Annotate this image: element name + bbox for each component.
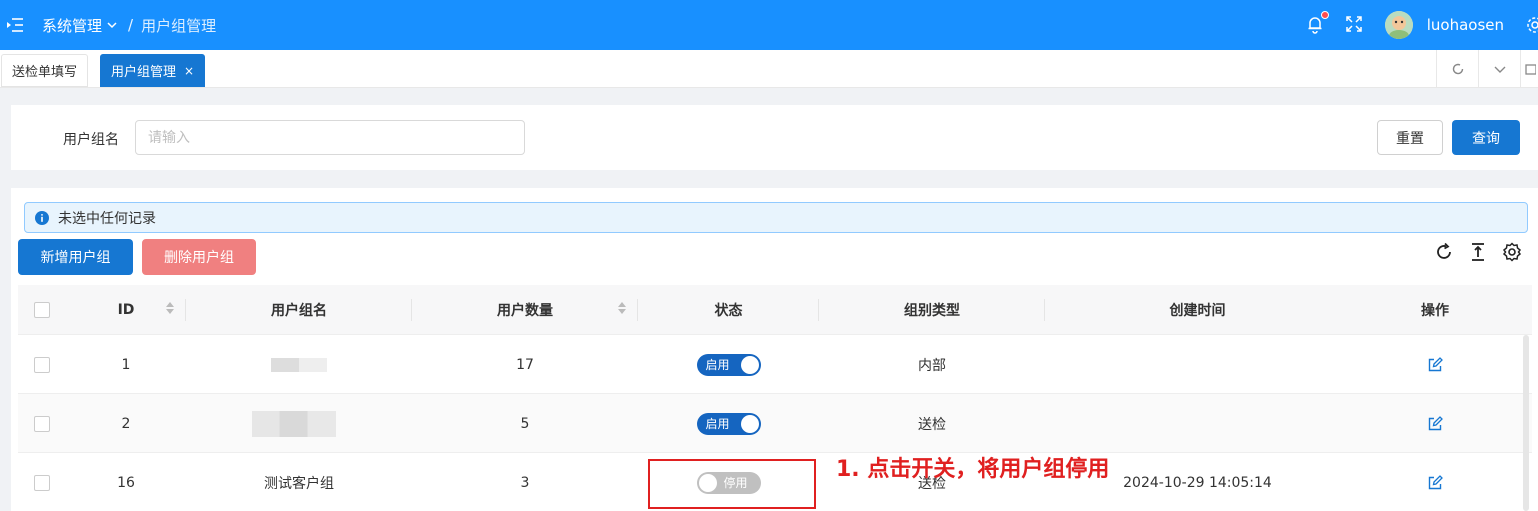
breadcrumb-separator: /: [128, 16, 134, 34]
cell-id: 16: [117, 474, 135, 491]
cell-group-name: [186, 335, 412, 394]
settings-icon[interactable]: [1502, 242, 1522, 262]
delete-user-group-button[interactable]: 删除用户组: [142, 239, 256, 275]
notification-dot: [1320, 11, 1329, 19]
table-tools: [1434, 242, 1522, 262]
close-icon[interactable]: ×: [184, 64, 194, 78]
header-actions: 操作: [1350, 285, 1520, 335]
redacted-name: [271, 357, 327, 372]
search-panel: 用户组名 重置 查询: [11, 105, 1538, 170]
cell-actions: [1350, 394, 1520, 453]
breadcrumb: 系统管理 / 用户组管理: [42, 15, 216, 36]
edit-icon[interactable]: [1427, 415, 1443, 432]
table-row: 2 5 启用 送检: [18, 394, 1532, 453]
edit-icon[interactable]: [1427, 474, 1443, 491]
status-switch[interactable]: 启用: [696, 412, 761, 435]
group-name-input[interactable]: [135, 120, 525, 155]
cell-actions: [1350, 453, 1520, 511]
avatar[interactable]: [1384, 11, 1413, 39]
selection-alert: 未选中任何记录: [24, 202, 1528, 233]
cell-id: 2: [121, 415, 131, 432]
column-height-icon[interactable]: [1468, 242, 1488, 262]
refresh-icon[interactable]: [1434, 242, 1454, 262]
gear-icon[interactable]: [1526, 16, 1538, 34]
header-group-name: 用户组名: [186, 285, 412, 335]
bell-icon[interactable]: [1305, 11, 1329, 36]
fullscreen-icon[interactable]: [1345, 15, 1365, 35]
sort-icon[interactable]: [166, 302, 174, 314]
fullscreen-tab-icon[interactable]: [1520, 50, 1538, 88]
cell-group-name: 测试客户组: [264, 475, 334, 492]
cell-status: 启用: [638, 335, 819, 394]
alert-text: 未选中任何记录: [58, 210, 156, 227]
top-header: 系统管理 / 用户组管理 luohaosen: [0, 0, 1538, 50]
header-status-label: 状态: [714, 303, 743, 319]
tab-tools: [1436, 50, 1538, 88]
tab-label: 送检单填写: [12, 65, 78, 80]
table-header: ID 用户组名 用户数量 状态 组别类型 创建时间 操作: [18, 285, 1532, 335]
cell-user-count: 5: [520, 415, 530, 432]
tab-inspection-form[interactable]: 送检单填写: [1, 54, 89, 87]
cell-user-count: 3: [520, 474, 530, 491]
row-checkbox[interactable]: [34, 474, 50, 491]
cell-group-type: 内部: [918, 357, 946, 374]
table-scrollbar[interactable]: [1523, 335, 1529, 511]
header-group-type: 组别类型: [819, 285, 1045, 335]
switch-label: 启用: [705, 417, 730, 431]
chevron-down-icon[interactable]: [1478, 50, 1520, 88]
annotation-text: 1. 点击开关，将用户组停用: [836, 457, 1110, 482]
header-actions-label: 操作: [1421, 303, 1449, 319]
header-id[interactable]: ID: [66, 285, 186, 335]
row-checkbox[interactable]: [34, 356, 50, 373]
header-created-time-label: 创建时间: [1169, 303, 1226, 319]
tab-label: 用户组管理: [111, 65, 177, 80]
cell-group-name: [186, 394, 412, 453]
redacted-name: [252, 410, 336, 437]
annotation-highlight-box: [648, 459, 816, 509]
cell-status: 启用: [638, 394, 819, 453]
edit-icon[interactable]: [1427, 356, 1443, 373]
header-id-label: ID: [117, 302, 135, 318]
header-user-count[interactable]: 用户数量: [412, 285, 638, 335]
cell-created-time: [1045, 335, 1350, 394]
cell-created-time: [1045, 394, 1350, 453]
tabs-bar: 送检单填写 用户组管理 ×: [0, 50, 1538, 88]
cell-user-count: 17: [516, 356, 534, 373]
header-select-all: [18, 285, 66, 335]
cell-actions: [1350, 335, 1520, 394]
chevron-down-icon[interactable]: [106, 19, 118, 31]
menu-fold-icon[interactable]: [2, 12, 28, 38]
info-icon: [35, 210, 49, 225]
sort-icon[interactable]: [618, 302, 626, 314]
switch-label: 启用: [705, 358, 730, 372]
reload-icon[interactable]: [1436, 50, 1478, 88]
query-button[interactable]: 查询: [1452, 120, 1520, 155]
header-group-name-label: 用户组名: [271, 303, 327, 319]
table-row: 1 17 启用 内部: [18, 335, 1532, 394]
header-user-count-label: 用户数量: [497, 303, 553, 319]
cell-group-type: 送检: [918, 416, 946, 433]
row-checkbox[interactable]: [34, 415, 50, 432]
username[interactable]: luohaosen: [1427, 16, 1504, 34]
breadcrumb-current: 用户组管理: [141, 16, 217, 35]
header-status: 状态: [638, 285, 819, 335]
group-name-label: 用户组名: [63, 132, 119, 148]
header-group-type-label: 组别类型: [904, 303, 960, 319]
add-user-group-button[interactable]: 新增用户组: [18, 239, 133, 275]
header-created-time: 创建时间: [1045, 285, 1350, 335]
reset-button[interactable]: 重置: [1377, 120, 1443, 155]
breadcrumb-root[interactable]: 系统管理: [42, 15, 102, 36]
status-switch[interactable]: 启用: [696, 353, 761, 376]
cell-id: 1: [121, 356, 131, 373]
tab-user-group[interactable]: 用户组管理 ×: [100, 54, 206, 87]
select-all-checkbox[interactable]: [34, 302, 50, 318]
